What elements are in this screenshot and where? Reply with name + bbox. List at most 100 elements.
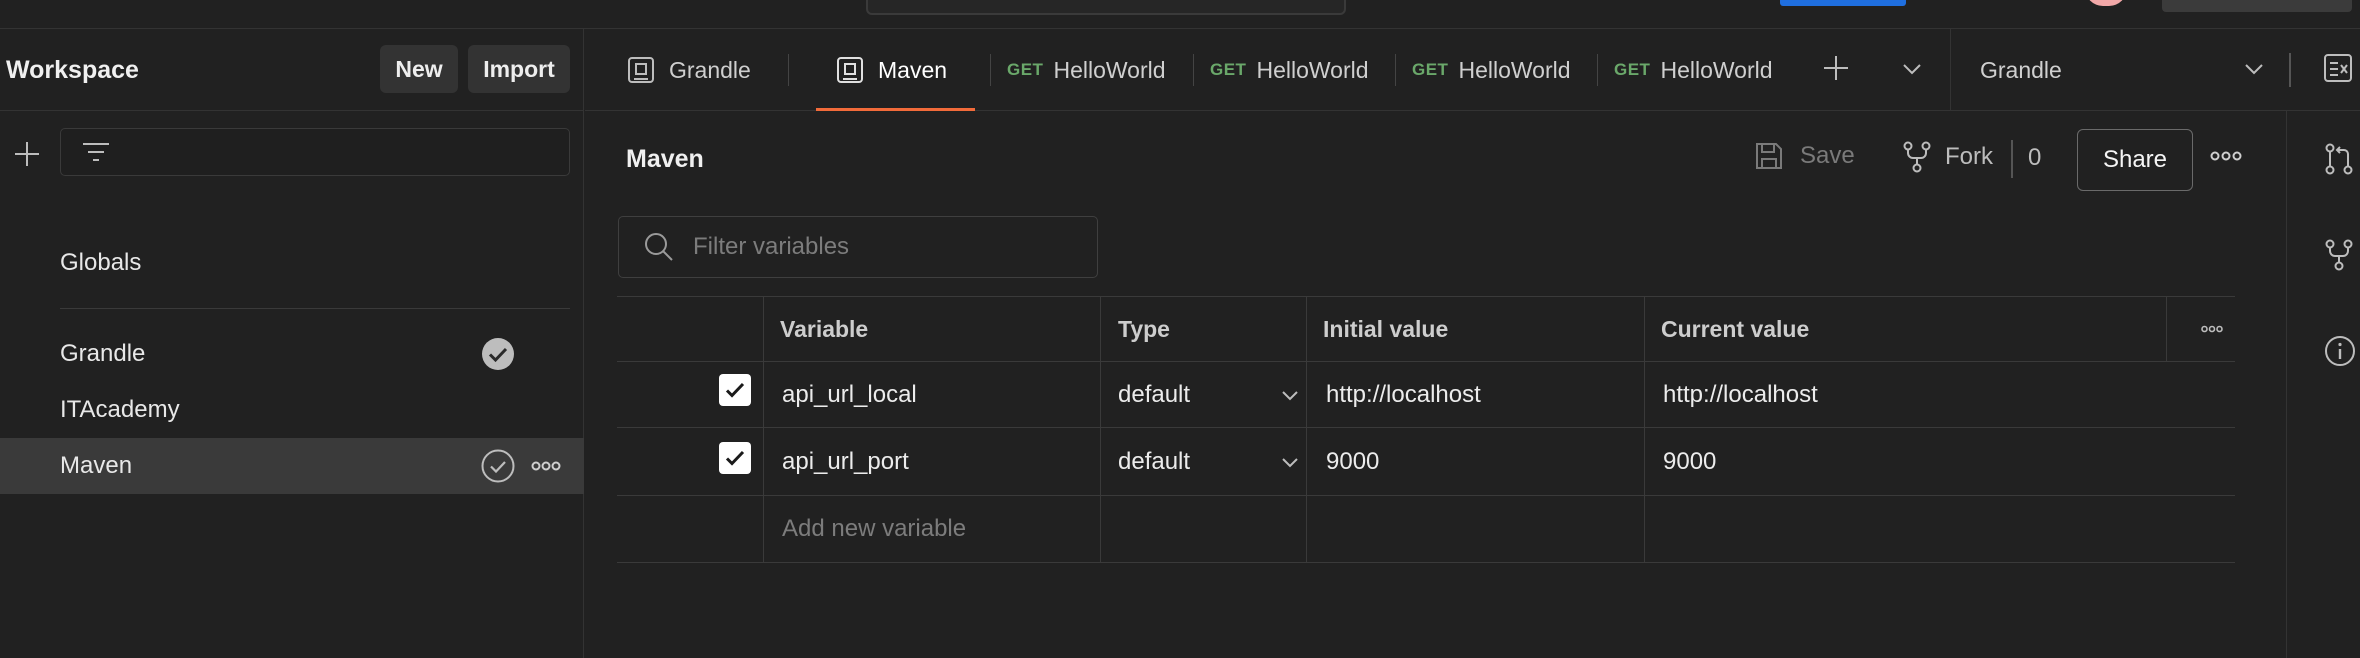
column-header-type: Type (1118, 315, 1170, 342)
env-separator (2289, 53, 2291, 87)
more-options-icon[interactable] (2210, 150, 2242, 162)
workspace-title: Workspace (6, 56, 139, 84)
table-border (1100, 296, 1101, 563)
more-options-icon[interactable] (531, 460, 561, 472)
http-method-badge: GET (1007, 60, 1044, 79)
info-icon[interactable] (2324, 335, 2356, 367)
tab-label: HelloWorld (1660, 56, 1773, 83)
environment-filter-input[interactable] (60, 128, 570, 176)
pull-request-icon[interactable] (2324, 143, 2354, 175)
table-border (1644, 296, 1645, 563)
filter-icon[interactable] (81, 139, 111, 167)
type-dropdown[interactable]: default (1118, 429, 1306, 495)
current-value-cell[interactable]: http://localhost (1663, 362, 1818, 428)
tab-helloworld-4[interactable]: GET HelloWorld (1614, 29, 1773, 111)
tab-separator (1395, 54, 1396, 86)
initial-value-cell[interactable]: 9000 (1326, 429, 1379, 495)
row-enabled-checkbox[interactable] (719, 374, 751, 406)
import-button[interactable]: Import (468, 45, 570, 93)
variables-table: Variable Type Initial value Current valu… (617, 296, 2235, 563)
filter-variables-placeholder: Filter variables (693, 233, 850, 260)
http-method-badge: GET (1210, 60, 1247, 79)
fork-count[interactable]: 0 (2028, 144, 2041, 172)
current-value-cell[interactable]: 9000 (1663, 429, 1716, 495)
type-value: default (1118, 381, 1191, 408)
column-header-variable: Variable (780, 315, 869, 342)
column-options-icon[interactable] (2201, 324, 2223, 334)
tab-label: HelloWorld (1256, 56, 1369, 83)
environment-icon (627, 56, 655, 84)
top-header-strip (0, 0, 2360, 29)
add-environment-icon[interactable] (12, 139, 42, 169)
tab-label: HelloWorld (1458, 56, 1571, 83)
sidebar-item-label: Grandle (60, 340, 146, 367)
environments-sidebar: Workspace New Import Globals Grandle ITA… (0, 29, 584, 658)
tab-helloworld-3[interactable]: GET HelloWorld (1412, 29, 1571, 111)
fork-label: Fork (1945, 143, 1993, 170)
save-icon (1754, 141, 1800, 171)
set-active-check-icon[interactable] (481, 449, 515, 483)
tab-separator (788, 54, 789, 86)
tab-bar: Grandle Maven GET HelloWorld GET HelloWo… (585, 29, 2360, 111)
workspace-header: Workspace New Import (0, 29, 584, 111)
fork-icon[interactable] (2324, 239, 2354, 271)
tab-label: HelloWorld (1053, 56, 1166, 83)
table-border (2166, 296, 2167, 362)
type-dropdown[interactable]: default (1118, 362, 1306, 428)
filter-variables-input[interactable]: Filter variables (618, 216, 1098, 278)
initial-value-cell[interactable]: http://localhost (1326, 362, 1481, 428)
environment-icon (836, 56, 864, 84)
tab-helloworld-2[interactable]: GET HelloWorld (1210, 29, 1369, 111)
top-primary-button[interactable] (1780, 0, 1906, 6)
http-method-badge: GET (1614, 60, 1651, 79)
new-tab-plus-icon[interactable] (1821, 53, 1851, 83)
right-sidebar-rail (2286, 111, 2360, 658)
column-header-current-value: Current value (1661, 315, 1810, 342)
tabbar-separator (1950, 29, 1951, 111)
sidebar-item-maven[interactable]: Maven (0, 438, 584, 494)
sidebar-item-label: Maven (60, 452, 133, 479)
sidebar-divider (60, 308, 570, 309)
sidebar-item-itacademy[interactable]: ITAcademy (0, 382, 584, 438)
new-button[interactable]: New (380, 45, 458, 93)
save-button[interactable]: Save (1754, 141, 1855, 171)
type-value: default (1118, 448, 1191, 475)
search-icon (645, 233, 673, 261)
chevron-down-icon[interactable] (1901, 58, 1923, 80)
share-button[interactable]: Share (2077, 129, 2193, 191)
row-enabled-checkbox[interactable] (719, 442, 751, 474)
environment-selector-value: Grandle (1980, 56, 2062, 83)
checkmark-icon (725, 382, 745, 398)
save-label: Save (1800, 142, 1855, 169)
fork-icon (1903, 141, 1945, 173)
tab-separator (1597, 54, 1598, 86)
page-title: Maven (626, 145, 704, 173)
tab-separator (1193, 54, 1194, 86)
active-environment-check-icon[interactable] (481, 337, 515, 371)
environment-selector[interactable]: Grandle (1980, 29, 2062, 111)
global-search-box[interactable] (866, 0, 1346, 15)
column-header-initial-value: Initial value (1323, 315, 1449, 342)
sidebar-item-label: ITAcademy (60, 396, 180, 423)
fork-separator (2011, 140, 2013, 178)
tab-label: Grandle (669, 56, 751, 83)
fork-button[interactable]: Fork (1903, 141, 1993, 173)
tab-maven[interactable]: Maven (815, 29, 976, 111)
sidebar-item-globals[interactable]: Globals (0, 235, 584, 291)
variable-name-cell[interactable]: api_url_local (782, 362, 917, 428)
chevron-down-icon[interactable] (2243, 58, 2265, 80)
top-secondary-button[interactable] (2162, 0, 2352, 12)
environment-quick-look-icon[interactable] (2323, 53, 2353, 83)
checkmark-icon (725, 450, 745, 466)
chevron-down-icon (1282, 458, 1298, 468)
table-border (763, 296, 764, 563)
tab-label: Maven (878, 56, 948, 83)
sidebar-item-grandle[interactable]: Grandle (0, 326, 584, 382)
tab-grandle[interactable]: Grandle (627, 29, 751, 111)
variable-name-cell[interactable]: api_url_port (782, 429, 909, 495)
table-border (1306, 296, 1307, 563)
add-new-variable-input[interactable]: Add new variable (782, 496, 966, 562)
tab-helloworld-1[interactable]: GET HelloWorld (1007, 29, 1166, 111)
avatar[interactable] (2085, 0, 2127, 6)
http-method-badge: GET (1412, 60, 1449, 79)
